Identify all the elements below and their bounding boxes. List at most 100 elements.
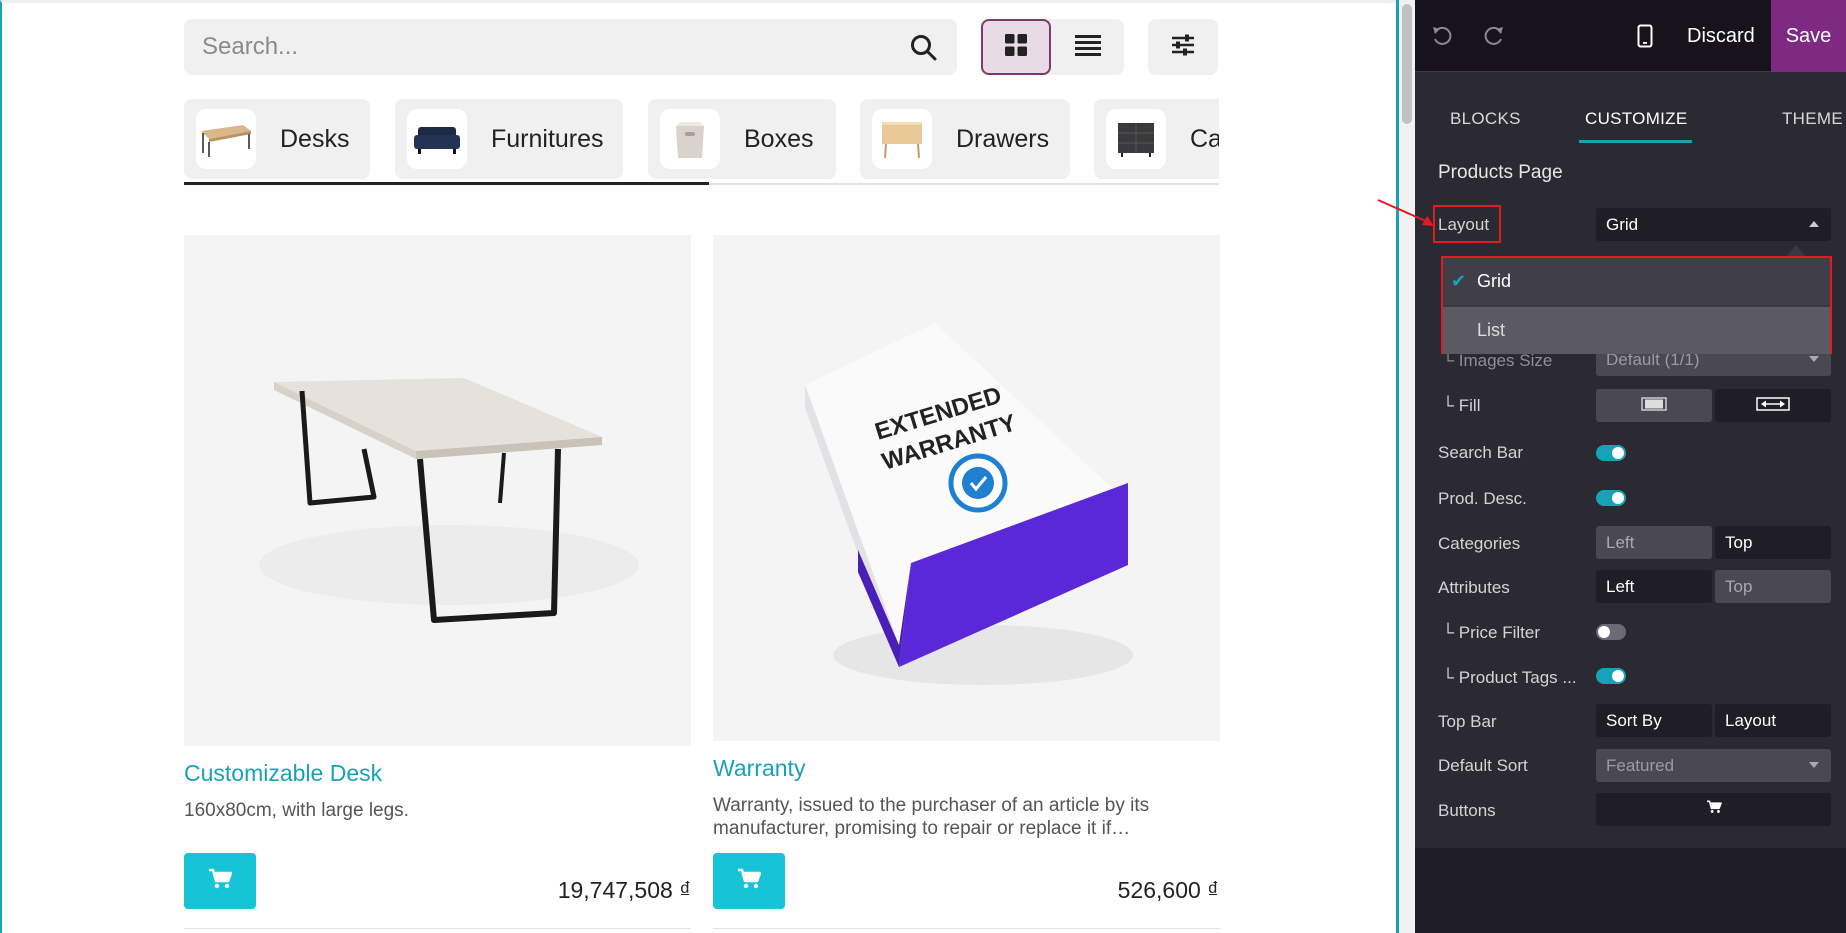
expand-horizontal-icon: [1756, 389, 1790, 422]
desk-thumbnail: [196, 109, 256, 169]
dropdown-pointer: [1787, 245, 1805, 256]
price-filter-label: └ Price Filter: [1442, 623, 1540, 642]
categories-position: Left Top: [1596, 526, 1831, 559]
product-image-warranty[interactable]: EXTENDED WARRANTY: [713, 235, 1220, 741]
search-bar-toggle[interactable]: [1596, 445, 1626, 461]
layout-select[interactable]: Grid: [1596, 208, 1831, 241]
option-label: Grid: [1477, 271, 1512, 291]
categories-top-option[interactable]: Top: [1715, 526, 1831, 559]
section-title: Products Page: [1415, 151, 1846, 195]
view-toggle: [981, 19, 1124, 75]
product-price: 526,600 ₫: [1117, 877, 1219, 903]
checkmark-icon: ✔: [1451, 271, 1467, 291]
attributes-label: Attributes: [1438, 578, 1510, 597]
grid-view-icon: [1004, 33, 1028, 62]
product-name[interactable]: Customizable Desk: [184, 760, 691, 787]
panel-footer-area: [1415, 848, 1846, 933]
box-thumbnail: [660, 109, 720, 169]
product-tags-label: └ Product Tags ...: [1442, 668, 1577, 687]
editor-tabs: BLOCKS CUSTOMIZE THEME: [1415, 73, 1846, 143]
undo-icon[interactable]: [1428, 22, 1456, 50]
drawer-thumbnail: [872, 109, 932, 169]
product-description: 160x80cm, with large legs.: [184, 800, 409, 821]
editor-toolbar: Discard Save: [1415, 0, 1846, 72]
caret-down-icon: [1809, 762, 1819, 768]
preview-scrollbar[interactable]: [1399, 0, 1415, 933]
cabinet-thumbnail: [1106, 109, 1166, 169]
list-view-icon: [1075, 34, 1101, 61]
category-desks[interactable]: Desks: [184, 99, 370, 179]
attributes-top-option[interactable]: Top: [1715, 570, 1831, 603]
categories-left-option[interactable]: Left: [1596, 526, 1712, 559]
price-filter-toggle[interactable]: [1596, 624, 1626, 640]
images-size-label: └ Images Size: [1442, 351, 1553, 370]
buttons-label: Buttons: [1438, 801, 1496, 820]
top-bar-label: Top Bar: [1438, 712, 1497, 731]
website-preview: Desks Furnitures Boxes Drawers Ca: [0, 0, 1415, 933]
fill-full-option[interactable]: [1715, 389, 1831, 422]
redo-icon[interactable]: [1480, 22, 1508, 50]
prod-desc-toggle[interactable]: [1596, 490, 1626, 506]
product-card: Customizable Desk 160x80cm, with large l…: [184, 235, 691, 822]
category-cabinets[interactable]: Ca: [1094, 99, 1219, 179]
add-to-cart-button[interactable]: [713, 853, 785, 909]
categories-label: Categories: [1438, 534, 1521, 553]
prod-desc-label: Prod. Desc.: [1438, 489, 1527, 508]
filter-button[interactable]: [1148, 19, 1218, 75]
annotation-arrow-icon: [1377, 199, 1434, 226]
layout-dropdown-menu: ✔ Grid List: [1441, 256, 1832, 354]
editor-panel: Discard Save BLOCKS CUSTOMIZE THEME Prod…: [1415, 0, 1846, 933]
sofa-thumbnail: [407, 109, 467, 169]
tab-blocks[interactable]: BLOCKS: [1450, 109, 1521, 129]
default-sort-label: Default Sort: [1438, 756, 1528, 775]
grid-view-button[interactable]: [981, 19, 1051, 75]
caret-down-icon: [1809, 356, 1819, 362]
add-to-cart-button[interactable]: [184, 853, 256, 909]
cart-icon: [208, 868, 233, 895]
contained-image-icon: [1641, 389, 1667, 422]
mobile-preview-icon[interactable]: [1631, 22, 1659, 50]
category-furnitures[interactable]: Furnitures: [395, 99, 623, 179]
category-label: Boxes: [744, 124, 814, 153]
search-box: [184, 19, 957, 75]
tab-theme[interactable]: THEME: [1782, 109, 1843, 129]
search-bar-label: Search Bar: [1438, 443, 1524, 462]
attributes-position: Left Top: [1596, 570, 1831, 603]
discard-button[interactable]: Discard: [1687, 0, 1755, 72]
layout-select-value: Grid: [1606, 215, 1639, 234]
product-price: 19,747,508 ₫: [557, 877, 691, 903]
fill-label: └ Fill: [1442, 396, 1481, 415]
product-image-desk[interactable]: [184, 235, 691, 746]
category-boxes[interactable]: Boxes: [648, 99, 836, 179]
search-input[interactable]: [202, 19, 882, 75]
product-name[interactable]: Warranty: [713, 755, 1220, 782]
product-card: EXTENDED WARRANTY Warranty Warranty, iss…: [713, 235, 1220, 840]
annotation-highlight-box: [1433, 205, 1501, 243]
category-label: Furnitures: [491, 124, 604, 153]
category-drawers[interactable]: Drawers: [860, 99, 1070, 179]
default-sort-select[interactable]: Featured: [1596, 749, 1831, 782]
fill-contained-option[interactable]: [1596, 389, 1712, 422]
attributes-left-option[interactable]: Left: [1596, 570, 1712, 603]
product-tags-toggle[interactable]: [1596, 668, 1626, 684]
category-label: Ca: [1190, 124, 1219, 153]
top-bar-options: Sort By Layout: [1596, 704, 1831, 737]
top-bar-sort-by-option[interactable]: Sort By: [1596, 704, 1712, 737]
tab-customize[interactable]: CUSTOMIZE: [1585, 109, 1688, 129]
buttons-option[interactable]: [1596, 793, 1831, 826]
category-scrollbar: [184, 182, 1219, 185]
layout-option-grid[interactable]: ✔ Grid: [1443, 258, 1830, 305]
list-view-button[interactable]: [1053, 19, 1123, 75]
layout-option-list[interactable]: List: [1443, 307, 1830, 354]
default-sort-value: Featured: [1606, 756, 1675, 775]
category-label: Drawers: [956, 124, 1050, 153]
tab-active-indicator: [1579, 140, 1692, 143]
caret-up-icon: [1809, 221, 1819, 227]
search-icon[interactable]: [909, 33, 939, 63]
cart-icon: [1706, 800, 1722, 819]
product-description: Warranty, issued to the purchaser of an …: [713, 795, 1150, 839]
option-label: List: [1477, 320, 1506, 340]
divider: [713, 928, 1220, 929]
top-bar-layout-option[interactable]: Layout: [1715, 704, 1831, 737]
save-button[interactable]: Save: [1771, 0, 1846, 72]
